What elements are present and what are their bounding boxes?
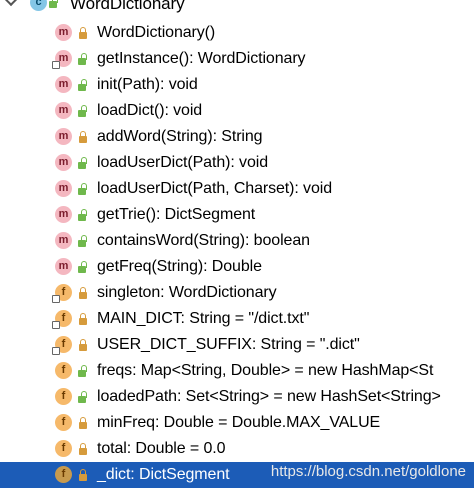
public-visibility-icon — [78, 105, 88, 117]
method-item[interactable]: m loadUserDict(Path): void — [0, 150, 474, 176]
member-signature: WordDictionary() — [97, 24, 216, 41]
member-signature: loadDict(): void — [97, 102, 203, 119]
member-signature: loadUserDict(Path): void — [97, 154, 268, 171]
field-icon: f — [55, 440, 72, 457]
class-name: WordDictionary — [70, 0, 185, 13]
field-icon: f — [52, 336, 72, 355]
field-icon: f — [55, 414, 72, 431]
static-marker-icon — [52, 295, 60, 303]
private-lock-icon — [78, 443, 88, 455]
member-signature: getFreq(String): Double — [97, 258, 262, 275]
public-visibility-icon — [78, 183, 88, 195]
member-signature: singleton: WordDictionary — [97, 284, 277, 301]
public-visibility-icon — [78, 79, 88, 91]
method-item[interactable]: m getInstance(): WordDictionary — [0, 46, 474, 72]
private-lock-icon — [78, 27, 88, 39]
private-lock-icon — [78, 417, 88, 429]
method-item[interactable]: m loadDict(): void — [0, 98, 474, 124]
private-lock-icon — [78, 469, 88, 481]
member-signature: MAIN_DICT: String = "/dict.txt" — [97, 310, 310, 327]
method-item[interactable]: m getTrie(): DictSegment — [0, 202, 474, 228]
field-item[interactable]: f freqs: Map<String, Double> = new HashMa… — [0, 358, 474, 384]
public-visibility-icon — [78, 157, 88, 169]
member-signature: init(Path): void — [97, 76, 198, 93]
method-icon: m — [55, 206, 72, 223]
field-item[interactable]: f total: Double = 0.0 — [0, 436, 474, 462]
public-visibility-icon — [78, 391, 88, 403]
method-icon: m — [55, 128, 72, 145]
method-item[interactable]: m init(Path): void — [0, 72, 474, 98]
field-icon: f — [55, 466, 72, 483]
method-item[interactable]: m containsWord(String): boolean — [0, 228, 474, 254]
expand-chevron-icon[interactable] — [3, 0, 19, 7]
method-icon: m — [55, 24, 72, 41]
static-marker-icon — [52, 321, 60, 329]
method-item[interactable]: m getFreq(String): Double — [0, 254, 474, 280]
public-visibility-icon — [78, 365, 88, 377]
method-icon: m — [55, 258, 72, 275]
public-visibility-icon — [49, 0, 59, 8]
member-signature: minFreq: Double = Double.MAX_VALUE — [97, 414, 381, 431]
field-item[interactable]: f USER_DICT_SUFFIX: String = ".dict" — [0, 332, 474, 358]
method-icon: m — [55, 76, 72, 93]
field-item[interactable]: f minFreq: Double = Double.MAX_VALUE — [0, 410, 474, 436]
field-item[interactable]: f loadedPath: Set<String> = new HashSet<S… — [0, 384, 474, 410]
private-lock-icon — [78, 313, 88, 325]
private-lock-icon — [78, 131, 88, 143]
member-signature: getInstance(): WordDictionary — [97, 50, 306, 67]
member-signature: freqs: Map<String, Double> = new HashMap… — [97, 362, 434, 379]
method-item[interactable]: m addWord(String): String — [0, 124, 474, 150]
method-item[interactable]: m WordDictionary() — [0, 20, 474, 46]
field-icon: f — [52, 284, 72, 303]
class-icon: c — [30, 0, 47, 11]
method-icon: m — [52, 50, 72, 69]
static-marker-icon — [52, 347, 60, 355]
static-marker-icon — [52, 61, 60, 69]
member-signature: containsWord(String): boolean — [97, 232, 310, 249]
private-lock-icon — [78, 339, 88, 351]
method-icon: m — [55, 102, 72, 119]
field-icon: f — [55, 362, 72, 379]
public-visibility-icon — [78, 53, 88, 65]
public-visibility-icon — [78, 209, 88, 221]
private-lock-icon — [78, 287, 88, 299]
field-item[interactable]: f MAIN_DICT: String = "/dict.txt" — [0, 306, 474, 332]
member-signature: loadUserDict(Path, Charset): void — [97, 180, 333, 197]
field-icon: f — [55, 388, 72, 405]
method-icon: m — [55, 180, 72, 197]
field-item[interactable]: f singleton: WordDictionary — [0, 280, 474, 306]
method-icon: m — [55, 154, 72, 171]
member-signature: _dict: DictSegment — [97, 466, 230, 483]
method-item[interactable]: m loadUserDict(Path, Charset): void — [0, 176, 474, 202]
field-icon: f — [52, 310, 72, 329]
member-signature: loadedPath: Set<String> = new HashSet<St… — [97, 388, 441, 405]
member-signature: getTrie(): DictSegment — [97, 206, 256, 223]
member-signature: USER_DICT_SUFFIX: String = ".dict" — [97, 336, 360, 353]
public-visibility-icon — [78, 235, 88, 247]
member-signature: total: Double = 0.0 — [97, 440, 226, 457]
watermark: https://blog.csdn.net/goldlone — [270, 463, 466, 480]
member-signature: addWord(String): String — [97, 128, 263, 145]
method-icon: m — [55, 232, 72, 249]
public-visibility-icon — [78, 261, 88, 273]
